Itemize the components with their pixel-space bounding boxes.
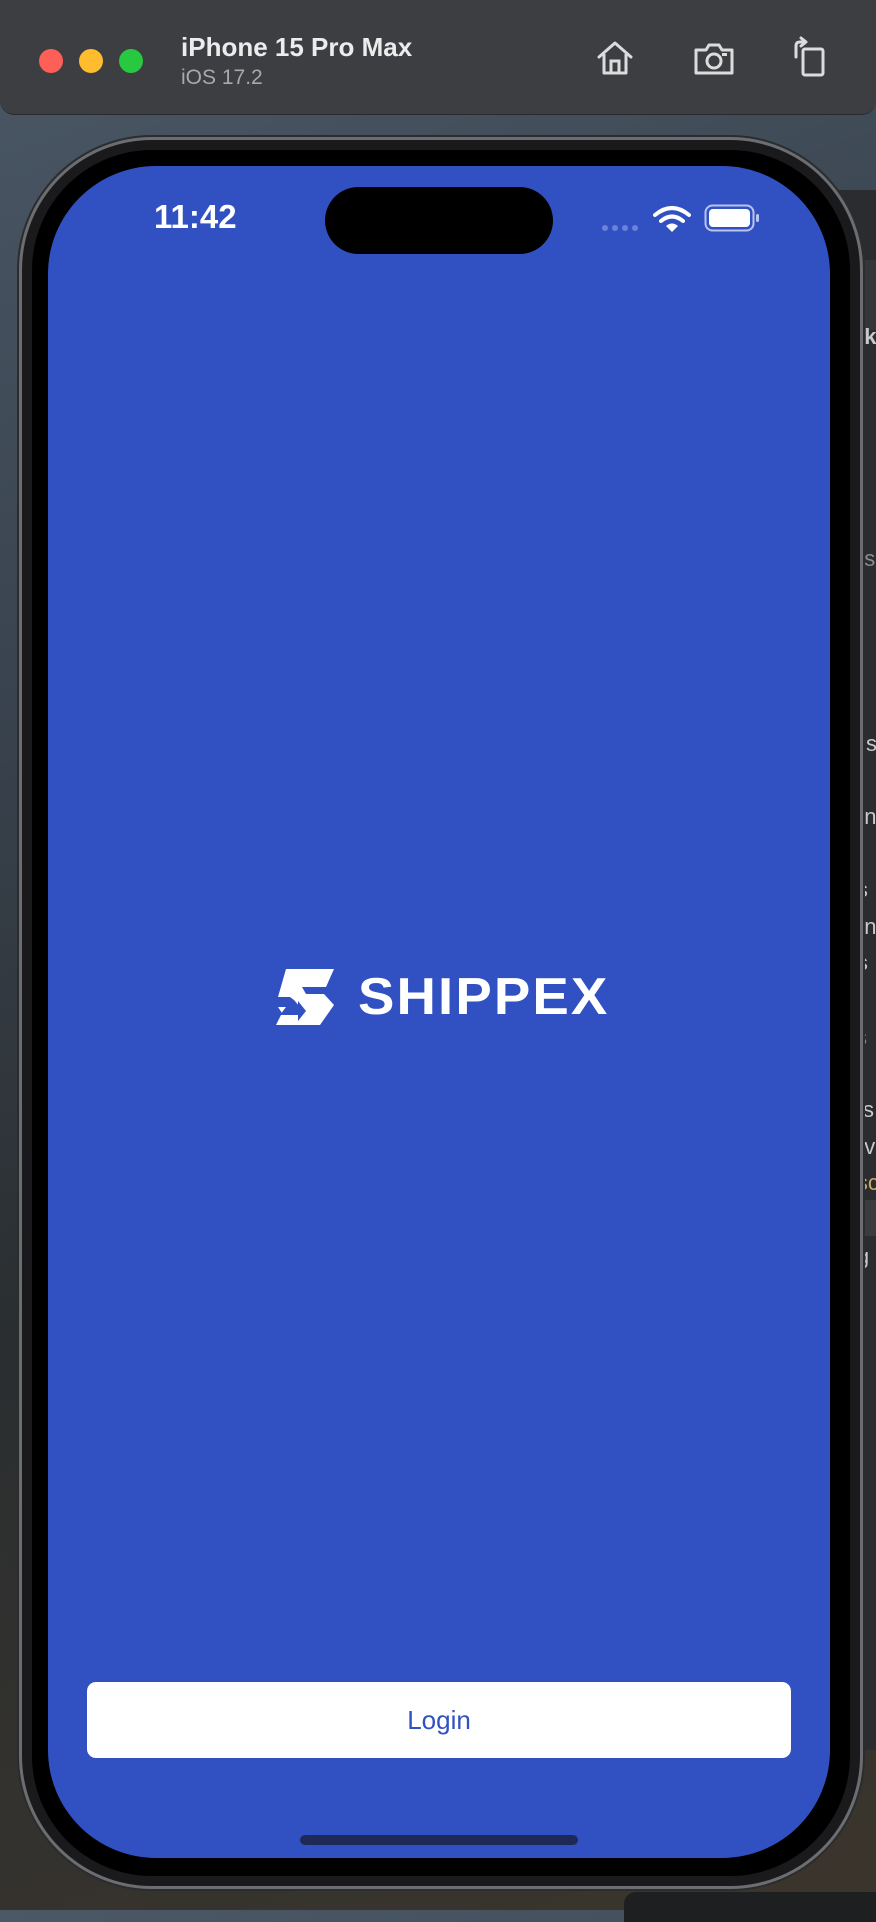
rotate-icon[interactable] [786,36,830,80]
device-name: iPhone 15 Pro Max [181,32,413,62]
home-icon[interactable] [593,36,637,80]
login-button[interactable]: Login [87,1682,791,1758]
home-indicator[interactable] [300,1835,578,1845]
dock-edge [624,1892,876,1922]
zoom-window-button[interactable] [119,49,143,73]
status-time: 11:42 [154,198,237,235]
simulator-titlebar: iPhone 15 Pro Max iOS 17.2 [0,0,876,115]
camera-icon[interactable] [692,36,736,80]
cellular-signal-icon [602,225,638,231]
background-text: s [866,731,876,756]
shippex-logo-icon [276,969,334,1025]
wifi-icon [653,206,691,232]
battery-icon [704,204,759,232]
close-window-button[interactable] [39,49,63,73]
app-screen: 11:42 SHIPPEX Login [48,166,830,1858]
os-version: iOS 17.2 [181,66,263,89]
app-logo: SHIPPEX [276,965,616,1029]
minimize-window-button[interactable] [79,49,103,73]
app-logo-text: SHIPPEX [358,968,610,1026]
dynamic-island [325,187,553,254]
